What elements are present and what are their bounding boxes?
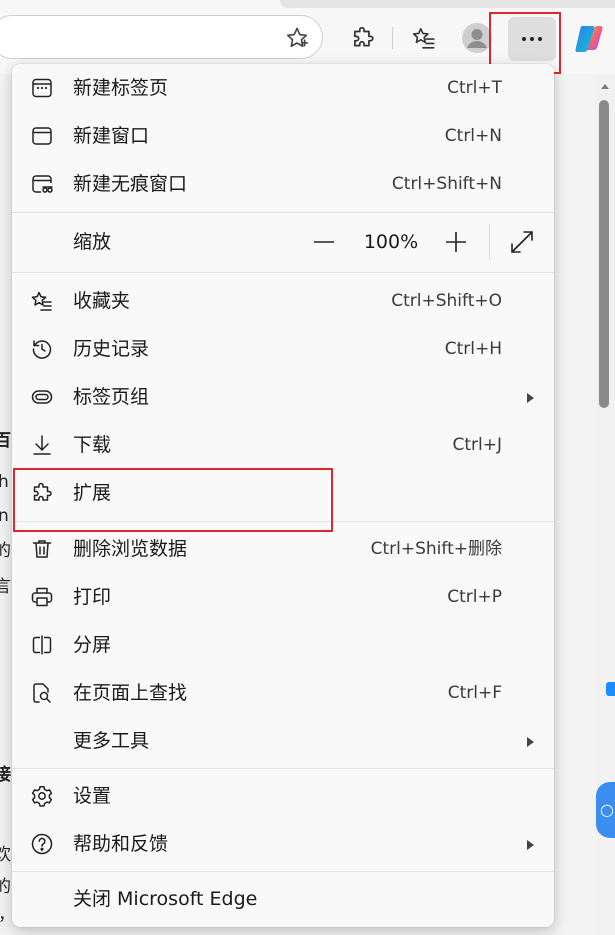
menu-item-new-inprivate-window[interactable]: 新建无痕窗口 Ctrl+Shift+N (12, 162, 554, 206)
download-icon (30, 433, 54, 457)
print-icon (30, 585, 54, 609)
menu-item-help-feedback[interactable]: 帮助和反馈 (12, 822, 554, 866)
menu-item-label: 在页面上查找 (73, 682, 188, 704)
menu-item-clear-browsing-data[interactable]: 删除浏览数据 Ctrl+Shift+删除 (12, 527, 554, 571)
inprivate-window-icon (30, 172, 54, 196)
bg-text-fragment: 百 (0, 431, 11, 451)
zoom-in-icon[interactable] (444, 230, 468, 254)
toolbar-divider (392, 27, 393, 49)
menu-item-shortcut: Ctrl+H (444, 339, 502, 359)
menu-item-label: 标签页组 (73, 386, 150, 408)
menu-item-new-window[interactable]: 新建窗口 Ctrl+N (12, 114, 554, 158)
tab-strip-edge (280, 0, 615, 8)
menu-item-label: 新建无痕窗口 (73, 173, 188, 195)
side-widget-edge (606, 682, 615, 696)
bg-text-fragment: h (0, 472, 9, 492)
menu-item-tab-groups[interactable]: 标签页组 (12, 375, 554, 419)
chat-icon: ○ (600, 800, 614, 819)
bg-text-fragment: 言 (0, 577, 11, 597)
bg-text-fragment: 的 (0, 877, 11, 897)
submenu-arrow-icon (524, 390, 536, 404)
zoom-divider (489, 224, 490, 260)
menu-item-label: 关闭 Microsoft Edge (73, 888, 258, 910)
zoom-value: 100% (363, 231, 419, 253)
menu-item-shortcut: Ctrl+Shift+O (391, 291, 502, 311)
extensions-item-highlight (13, 468, 333, 532)
menu-item-label: 新建标签页 (73, 77, 169, 99)
copilot-icon[interactable] (570, 20, 608, 58)
menu-item-shortcut: Ctrl+T (447, 78, 502, 98)
history-icon (30, 337, 54, 361)
new-window-icon (30, 124, 54, 148)
menu-item-label: 新建窗口 (73, 125, 150, 147)
trash-icon (30, 537, 54, 561)
fullscreen-icon[interactable] (509, 229, 535, 255)
favorites-icon[interactable] (410, 24, 438, 52)
menu-item-split-screen[interactable]: 分屏 (12, 623, 554, 667)
menu-item-label: 下载 (73, 434, 112, 456)
menu-item-label: 收藏夹 (73, 290, 131, 312)
zoom-label: 缩放 (73, 231, 112, 253)
bg-text-fragment: 欢 (0, 845, 11, 865)
find-on-page-icon (30, 681, 54, 705)
menu-item-downloads[interactable]: 下载 Ctrl+J (12, 423, 554, 467)
menu-item-shortcut: Ctrl+P (447, 587, 502, 607)
menu-separator (12, 768, 554, 769)
menu-item-label: 设置 (73, 785, 112, 807)
menu-item-label: 删除浏览数据 (73, 538, 188, 560)
menu-item-shortcut: Ctrl+F (447, 683, 502, 703)
address-bar[interactable] (0, 15, 323, 59)
menu-item-label: 打印 (73, 586, 112, 608)
menu-item-history[interactable]: 历史记录 Ctrl+H (12, 327, 554, 371)
bg-text-fragment: 的 (0, 541, 11, 561)
submenu-arrow-icon (524, 837, 536, 851)
bg-text-fragment: 接 (0, 765, 11, 785)
menu-item-shortcut: Ctrl+J (452, 435, 502, 455)
menu-item-label: 历史记录 (73, 338, 150, 360)
scroll-up-arrow-icon[interactable] (598, 78, 612, 92)
menu-item-label: 分屏 (73, 634, 112, 656)
settings-gear-icon (30, 784, 54, 808)
split-screen-icon (30, 633, 54, 657)
menu-item-more-tools[interactable]: 更多工具 (12, 719, 554, 763)
menu-item-shortcut: Ctrl+N (444, 126, 502, 146)
menu-item-label: 更多工具 (73, 730, 150, 752)
tab-groups-icon (30, 385, 54, 409)
favorites-star-icon (30, 289, 54, 313)
menu-item-shortcut: Ctrl+Shift+N (391, 174, 502, 194)
submenu-arrow-icon (524, 734, 536, 748)
menu-item-print[interactable]: 打印 Ctrl+P (12, 575, 554, 619)
zoom-out-icon[interactable] (312, 230, 336, 254)
scrollbar-thumb[interactable] (599, 100, 609, 408)
menu-separator (12, 272, 554, 273)
extensions-puzzle-icon[interactable] (349, 24, 377, 52)
menu-item-label: 帮助和反馈 (73, 833, 169, 855)
bg-text-fragment: n (0, 506, 9, 526)
new-tab-icon (30, 76, 54, 100)
help-icon (30, 832, 54, 856)
menu-zoom-row: 缩放 100% (12, 212, 554, 272)
menu-item-settings[interactable]: 设置 (12, 774, 554, 818)
menu-item-new-tab[interactable]: 新建标签页 Ctrl+T (12, 66, 554, 110)
menu-item-favorites[interactable]: 收藏夹 Ctrl+Shift+O (12, 279, 554, 323)
menu-item-close-edge[interactable]: 关闭 Microsoft Edge (12, 877, 554, 921)
browser-toolbar (0, 0, 615, 74)
menu-item-find-on-page[interactable]: 在页面上查找 Ctrl+F (12, 671, 554, 715)
favorite-star-icon[interactable] (283, 24, 311, 52)
menu-separator (12, 871, 554, 872)
menu-item-shortcut: Ctrl+Shift+删除 (370, 539, 502, 559)
